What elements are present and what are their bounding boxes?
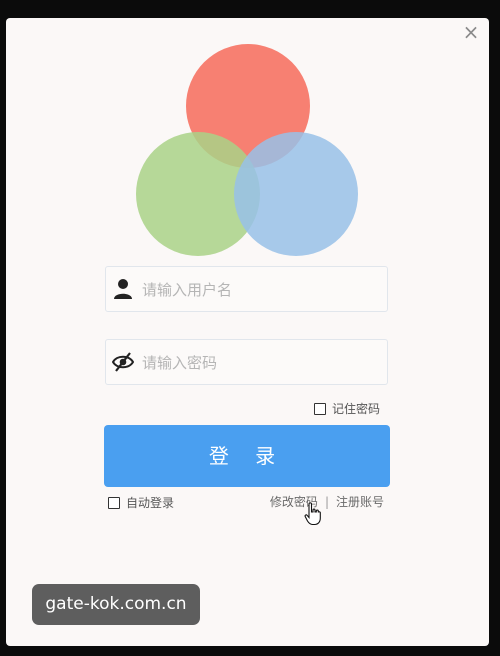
remember-password-option[interactable]: 记住密码	[313, 400, 380, 417]
remember-password-checkbox[interactable]	[313, 402, 326, 415]
auto-login-label: 自动登录	[126, 496, 175, 510]
password-input[interactable]	[140, 340, 384, 386]
auto-login-option[interactable]: 自动登录	[108, 494, 174, 511]
auto-login-checkbox[interactable]	[108, 496, 120, 509]
hand-cursor-icon	[304, 502, 321, 526]
account-links: 修改密码 | 注册账号	[270, 493, 384, 510]
register-link[interactable]: 注册账号	[336, 493, 384, 510]
remember-password-label: 记住密码	[331, 402, 380, 416]
login-button[interactable]: 登 录	[104, 425, 390, 487]
login-window: × 记住密码 登 录 自动登录 修改密码 | 注册账号	[6, 18, 489, 646]
app-logo	[136, 44, 358, 256]
eye-off-icon[interactable]	[112, 351, 134, 373]
user-icon	[114, 279, 132, 299]
username-field[interactable]	[105, 266, 388, 313]
close-button[interactable]: ×	[461, 22, 481, 42]
watermark: gate-kok.com.cn	[32, 584, 200, 625]
link-separator: |	[324, 494, 329, 509]
close-icon: ×	[462, 20, 480, 44]
username-input[interactable]	[140, 267, 384, 313]
password-field[interactable]	[105, 339, 388, 386]
logo-circle-blue	[234, 132, 358, 256]
